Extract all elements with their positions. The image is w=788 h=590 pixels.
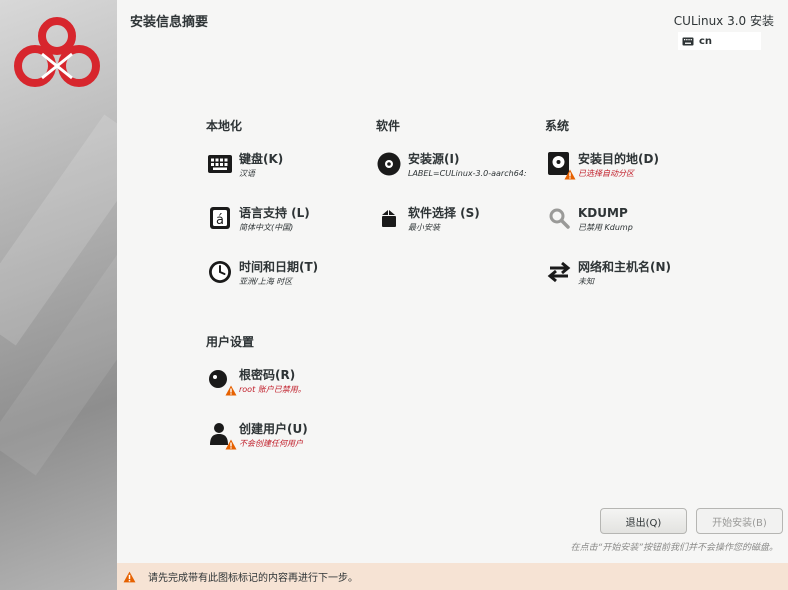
warning-icon [225, 385, 237, 396]
network-arrows-icon [547, 261, 571, 283]
spoke-kdump-name: KDUMP [578, 206, 628, 220]
spoke-datetime[interactable]: 时间和日期(T) 亚洲/上海 时区 [207, 259, 318, 288]
section-user-settings: 用户设置 [206, 335, 255, 349]
spoke-keyboard-name: 键盘(K) [239, 152, 284, 166]
page-title: 安装信息摘要 [130, 15, 209, 30]
spoke-software-name: 软件选择 (S) [408, 206, 480, 220]
culinux-logo [14, 17, 100, 87]
disk-hint-text: 在点击“开始安装”按钮前我们并不会操作您的磁盘。 [570, 543, 778, 553]
spoke-root-name: 根密码(R) [239, 368, 296, 382]
warning-icon [225, 439, 237, 450]
spoke-create-user[interactable]: 创建用户(U) 不会创建任何用户 [207, 421, 308, 450]
spoke-language-status: 简体中文(中国) [239, 223, 294, 232]
keyboard-layout-indicator[interactable]: cn [678, 32, 761, 50]
spoke-root-password[interactable]: 根密码(R) root 账户已禁用。 [207, 367, 306, 396]
spoke-root-status: root 账户已禁用。 [239, 385, 306, 394]
spoke-network-status: 未知 [578, 277, 594, 286]
product-title: CULinux 3.0 安装 [673, 14, 774, 28]
language-icon: á [210, 207, 230, 229]
main-panel: 安装信息摘要 CULinux 3.0 安装 cn 本地化 软件 系统 用户设置 … [117, 0, 788, 563]
spoke-language[interactable]: á 语言支持 (L) 简体中文(中国) [207, 205, 310, 234]
spoke-installation-destination[interactable]: 安装目的地(D) 已选择自动分区 [546, 151, 659, 180]
clock-icon [209, 261, 231, 283]
spoke-source-name: 安装源(I) [408, 152, 460, 166]
spoke-user-name: 创建用户(U) [239, 422, 308, 436]
spoke-kdump[interactable]: KDUMP 已禁用 Kdump [546, 205, 633, 234]
warning-bar-text: 请先完成带有此图标标记的内容再进行下一步。 [148, 573, 358, 584]
spoke-software-selection[interactable]: 软件选择 (S) 最小安装 [376, 205, 480, 234]
sidebar [0, 0, 117, 590]
disc-icon [377, 152, 401, 176]
spoke-keyboard[interactable]: 键盘(K) 汉语 [207, 151, 283, 180]
spoke-datetime-status: 亚洲/上海 时区 [239, 277, 293, 286]
spoke-datetime-name: 时间和日期(T) [239, 260, 319, 274]
spoke-user-status: 不会创建任何用户 [239, 439, 303, 448]
keyboard-icon [208, 155, 232, 173]
spoke-destination-name: 安装目的地(D) [578, 152, 659, 166]
quit-button[interactable]: 退出(Q) [600, 508, 687, 534]
spoke-software-status: 最小安装 [408, 223, 440, 232]
keyboard-layout-label: cn [699, 35, 713, 47]
spoke-network-name: 网络和主机名(N) [578, 260, 672, 274]
search-icon [549, 208, 570, 229]
spoke-language-name: 语言支持 (L) [239, 206, 310, 220]
package-icon [382, 210, 396, 227]
spoke-keyboard-status: 汉语 [239, 169, 255, 178]
section-localization: 本地化 [206, 119, 243, 133]
spoke-kdump-status: 已禁用 Kdump [578, 223, 633, 232]
svg-text:á: á [216, 213, 224, 228]
section-software: 软件 [376, 119, 401, 133]
keyboard-icon [682, 37, 694, 45]
spoke-network[interactable]: 网络和主机名(N) 未知 [546, 259, 671, 288]
warning-bar: 请先完成带有此图标标记的内容再进行下一步。 [117, 563, 788, 590]
spoke-destination-status: 已选择自动分区 [578, 169, 634, 178]
begin-installation-button[interactable]: 开始安装(B) [696, 508, 783, 534]
spoke-source-status: LABEL=CULinux-3.0-aarch64: [408, 169, 527, 178]
section-system: 系统 [545, 119, 570, 133]
spoke-installation-source[interactable]: 安装源(I) LABEL=CULinux-3.0-aarch64: [376, 151, 527, 180]
warning-icon [123, 571, 136, 582]
warning-icon [564, 169, 576, 180]
